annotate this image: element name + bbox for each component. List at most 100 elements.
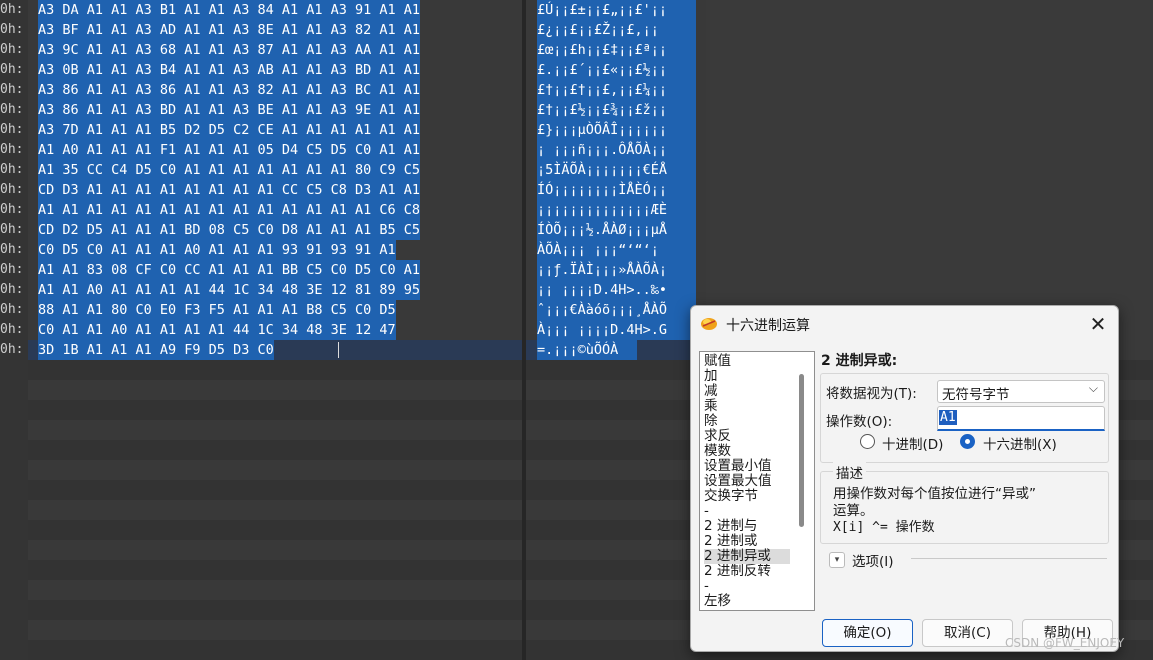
operation-item[interactable]: 减: [704, 384, 790, 399]
ok-button[interactable]: 确定(O): [822, 619, 913, 647]
operation-item[interactable]: -: [704, 504, 790, 519]
operation-title: 2 进制异或:: [821, 353, 898, 369]
offset-label: 0h:: [0, 222, 24, 237]
operand-value: A1: [939, 410, 957, 425]
operation-item[interactable]: 加: [704, 369, 790, 384]
options-divider: [911, 558, 1107, 559]
text-row[interactable]: ¡¡¡¡¡¡¡¡¡¡¡¡¡¡ÆÈ: [537, 200, 696, 220]
operation-item[interactable]: 设置最大值: [704, 474, 790, 489]
hex-row[interactable]: A3 DA A1 A1 A3 B1 A1 A1 A3 84 A1 A1 A3 9…: [38, 0, 421, 20]
empty-row-stripe: [28, 640, 522, 660]
decimal-radio[interactable]: [860, 434, 875, 449]
empty-row-stripe: [526, 640, 706, 660]
offset-label: 0h:: [0, 62, 24, 77]
offset-label: 0h:: [0, 2, 24, 17]
offset-column: 0h: 0h: 0h: 0h: 0h: 0h: 0h: 0h: 0h: 0h: 0h: 0h: 0h: 0…: [0, 0, 29, 660]
app-icon: [701, 318, 717, 330]
hex-row[interactable]: CD D3 A1 A1 A1 A1 A1 A1 A1 A1 CC C5 C8 D…: [38, 180, 421, 200]
offset-label: 0h:: [0, 22, 24, 37]
operation-item[interactable]: 求反: [704, 429, 790, 444]
hex-row[interactable]: 3D 1B A1 A1 A1 A9 F9 D5 D3 C0: [38, 340, 274, 360]
operation-item[interactable]: 2 进制异或: [704, 549, 790, 564]
operand-input[interactable]: A1: [937, 406, 1105, 431]
offset-label: 0h:: [0, 322, 24, 337]
empty-row-stripe: [28, 440, 522, 460]
text-row[interactable]: ÍÒÕ¡¡¡½.ÅÀØ¡¡¡µÅ: [537, 220, 696, 240]
offset-label: 0h:: [0, 122, 24, 137]
hex-row[interactable]: A1 A1 A0 A1 A1 A1 A1 44 1C 34 48 3E 12 8…: [38, 280, 421, 300]
text-row[interactable]: £.¡¡£´¡¡£«¡¡£½¡¡: [537, 60, 696, 80]
empty-row-stripe: [28, 360, 522, 380]
offset-label: 0h:: [0, 42, 24, 57]
operation-list[interactable]: 左移 -2 进制反转 2 进制异或 2 进制或 2 进制与 - 交换字节 设置最大值 设置最小值…: [699, 351, 815, 611]
text-row[interactable]: ˆ¡¡¡€Ààóõ¡¡¡¸ÅÀÕ: [537, 300, 696, 320]
operation-item[interactable]: 模数: [704, 444, 790, 459]
hex-row[interactable]: A1 35 CC C4 D5 C0 A1 A1 A1 A1 A1 A1 A1 8…: [38, 160, 421, 180]
hex-radio-label[interactable]: 十六进制(X): [983, 433, 1057, 453]
operation-item[interactable]: 乘: [704, 399, 790, 414]
offset-label: 0h:: [0, 82, 24, 97]
options-label[interactable]: 选项(I): [852, 550, 894, 570]
close-icon[interactable]: ✕: [1087, 313, 1109, 335]
operation-item[interactable]: 设置最小值: [704, 459, 790, 474]
text-row[interactable]: £œ¡¡£h¡¡£‡¡¡£ª¡¡: [537, 40, 696, 60]
hex-radio[interactable]: [960, 434, 975, 449]
text-row[interactable]: £Ú¡¡£±¡¡£„¡¡£'¡¡: [537, 0, 696, 20]
treat-as-label: 将数据视为(T):: [826, 386, 917, 402]
text-row[interactable]: £}¡¡¡µÒÕÂÎ¡¡¡¡¡¡: [537, 120, 696, 140]
empty-row-stripe: [526, 480, 706, 500]
hex-row[interactable]: A3 86 A1 A1 A3 86 A1 A1 A3 82 A1 A1 A3 B…: [38, 80, 421, 100]
operation-item[interactable]: 交换字节: [704, 489, 790, 504]
text-row[interactable]: ¡¡ƒ.ÏÀÌ¡¡¡»ÅÀÕÀ¡: [537, 260, 696, 280]
hex-row[interactable]: CD D2 D5 A1 A1 A1 BD 08 C5 C0 D8 A1 A1 A…: [38, 220, 421, 240]
hex-operations-dialog: 十六进制运算 ✕ 左移 -2 进制反转 2 进制异或 2 进制或 2 进制与 - 交换字节设…: [690, 305, 1119, 652]
offset-label: 0h:: [0, 302, 24, 317]
offset-label: 0h:: [0, 202, 24, 217]
text-row[interactable]: ¡ ¡¡¡ñ¡¡¡.ÔÅÕÀ¡¡: [537, 140, 696, 160]
text-row[interactable]: £†¡¡£½¡¡£¾¡¡£ž¡¡: [537, 100, 696, 120]
decimal-radio-label[interactable]: 十进制(D): [882, 433, 943, 453]
hex-row[interactable]: A3 BF A1 A1 A3 AD A1 A1 A3 8E A1 A1 A3 8…: [38, 20, 421, 40]
text-row[interactable]: £¿¡¡£­¡¡£Ž¡¡£‚¡¡: [537, 20, 696, 40]
cancel-button[interactable]: 取消(C): [922, 619, 1013, 647]
data-type-select[interactable]: 无符号字节 ⌵: [937, 380, 1105, 403]
operation-item[interactable]: 2 进制或: [704, 534, 790, 549]
hex-row[interactable]: A3 7D A1 A1 A1 B5 D2 D5 C2 CE A1 A1 A1 A…: [38, 120, 421, 140]
empty-row-stripe: [28, 480, 522, 500]
text-row[interactable]: ÍÓ¡¡¡¡¡¡¡¡ÌÅÈÓ¡¡: [537, 180, 696, 200]
operation-item[interactable]: -: [704, 579, 790, 594]
text-row[interactable]: ÀÕÀ¡¡¡ ¡¡¡“‘“‘¡: [537, 240, 696, 260]
text-row[interactable]: £†¡¡£†¡¡£‚¡¡£¼¡¡: [537, 80, 696, 100]
hex-row[interactable]: A1 A1 83 08 CF C0 CC A1 A1 A1 BB C5 C0 D…: [38, 260, 421, 280]
empty-row-stripe: [28, 400, 522, 420]
hex-row[interactable]: A3 0B A1 A1 A3 B4 A1 A1 A3 AB A1 A1 A3 B…: [38, 60, 421, 80]
operation-item[interactable]: 除: [704, 414, 790, 429]
operation-item[interactable]: 左移: [704, 594, 790, 609]
description-line-3: X[i] ^= 操作数: [833, 520, 935, 535]
operation-item[interactable]: 2 进制与: [704, 519, 790, 534]
data-type-value: 无符号字节: [942, 387, 1010, 403]
hex-row[interactable]: A1 A0 A1 A1 A1 F1 A1 A1 A1 05 D4 C5 D5 C…: [38, 140, 421, 160]
watermark: CSDN @FW_ENJOEY: [1005, 636, 1125, 650]
hex-row[interactable]: A1 A1 A1 A1 A1 A1 A1 A1 A1 A1 A1 A1 A1 A…: [38, 200, 421, 220]
expand-options-icon[interactable]: ▾: [829, 552, 845, 568]
operation-item[interactable]: 2 进制反转: [704, 564, 790, 579]
operation-item[interactable]: 赋值: [704, 354, 790, 369]
hex-row[interactable]: C0 D5 C0 A1 A1 A1 A0 A1 A1 A1 93 91 93 9…: [38, 240, 396, 260]
text-row[interactable]: À¡¡¡ ¡¡¡¡D.4H>.G: [537, 320, 696, 340]
hex-row[interactable]: A3 9C A1 A1 A3 68 A1 A1 A3 87 A1 A1 A3 A…: [38, 40, 421, 60]
hex-row[interactable]: C0 A1 A1 A0 A1 A1 A1 A1 44 1C 34 48 3E 1…: [38, 320, 396, 340]
empty-row-stripe: [526, 520, 706, 540]
list-scrollbar[interactable]: [799, 374, 804, 527]
empty-row-stripe: [526, 600, 706, 620]
text-row[interactable]: ¡¡ ¡¡¡¡D.4H>..‰•: [537, 280, 696, 300]
text-row[interactable]: ¡5ÌÄÕÀ¡¡¡¡¡¡¡€ÉÅ: [537, 160, 696, 180]
dialog-titlebar[interactable]: 十六进制运算 ✕: [691, 306, 1118, 342]
description-title: 描述: [833, 462, 866, 482]
hex-row[interactable]: 88 A1 A1 80 C0 E0 F3 F5 A1 A1 A1 B8 C5 C…: [38, 300, 396, 320]
hex-row[interactable]: A3 86 A1 A1 A3 BD A1 A1 A3 BE A1 A1 A3 9…: [38, 100, 421, 120]
dialog-title: 十六进制运算: [726, 318, 810, 334]
offset-label: 0h:: [0, 182, 24, 197]
text-row[interactable]: =.¡¡¡©ùÕÓÀ: [537, 340, 637, 360]
offset-label: 0h:: [0, 162, 24, 177]
